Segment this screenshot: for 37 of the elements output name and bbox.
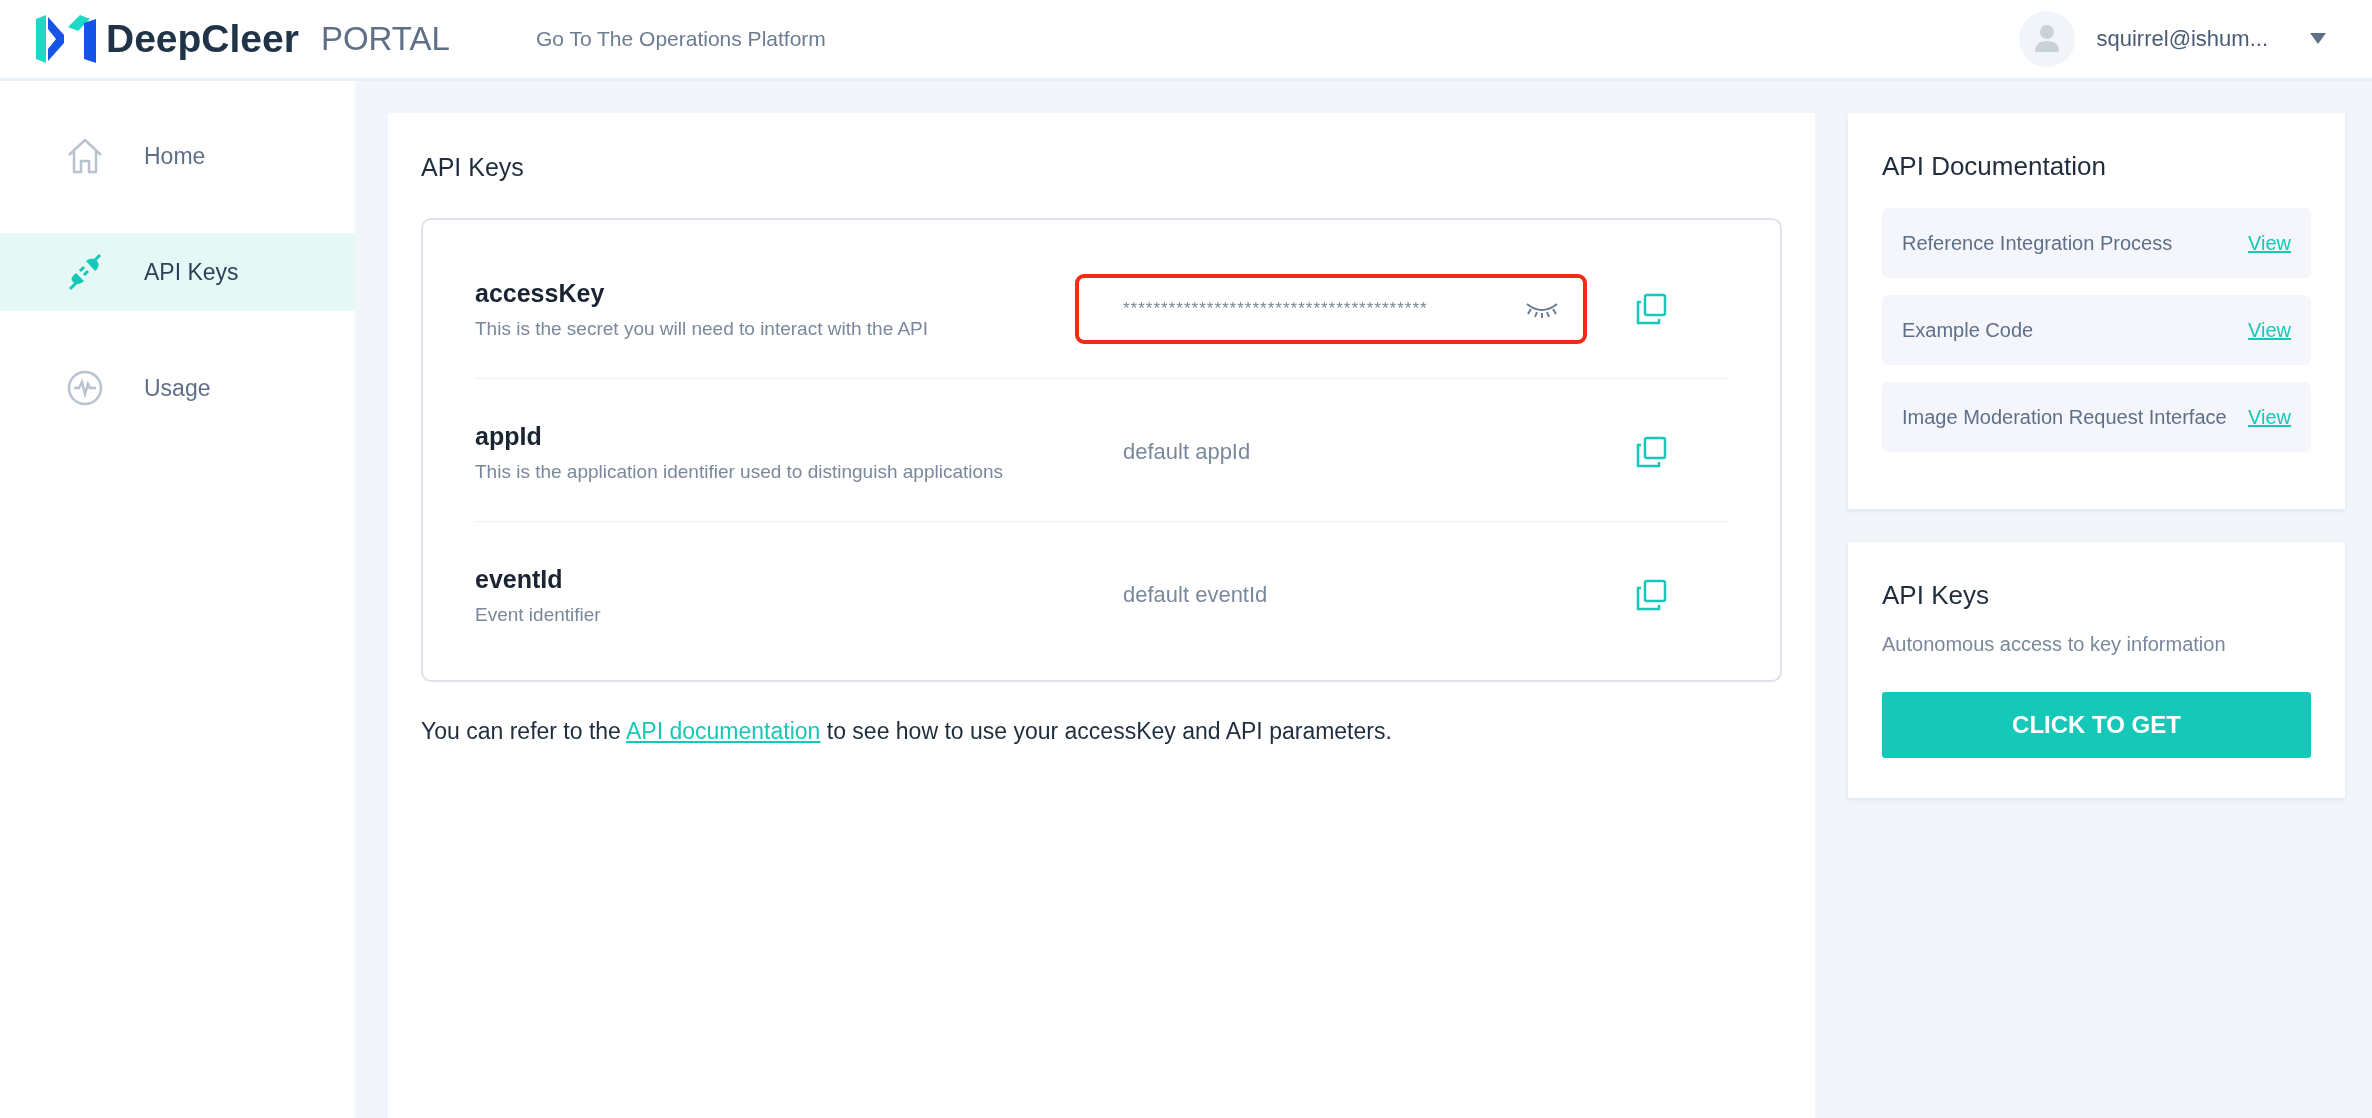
key-name: eventId <box>475 564 564 594</box>
product-name: PORTAL <box>320 20 450 58</box>
doc-label: Reference Integration Process <box>1902 231 2173 255</box>
operations-platform-link[interactable]: Go To The Operations Platform <box>535 27 826 51</box>
logo-icon <box>34 13 98 65</box>
plug-icon <box>66 253 104 291</box>
key-value: default appId <box>1123 439 1251 465</box>
help-text: You can refer to the API documentation to see how to use your accessKey and API parameters. <box>421 718 1393 745</box>
copy-icon <box>1635 436 1667 468</box>
eye-closed-icon[interactable] <box>1525 300 1559 318</box>
copy-icon <box>1635 293 1667 325</box>
dropdown-caret-icon[interactable] <box>2310 33 2326 45</box>
home-icon <box>66 137 104 175</box>
key-description: This is the secret you will need to interact with the API <box>475 317 930 340</box>
sidebar-item[interactable]: Usage <box>0 349 355 427</box>
panel-title: API Keys <box>1882 580 1990 611</box>
key-name: appId <box>475 421 543 451</box>
copy-icon <box>1635 579 1667 611</box>
pulse-icon <box>66 369 104 407</box>
doc-label: Image Moderation Request Interface <box>1902 405 2227 429</box>
key-name: accessKey <box>475 278 606 308</box>
copy-button[interactable] <box>1635 293 1667 325</box>
masked-key-value: **************************************** <box>1123 299 1428 319</box>
key-description: This is the application identifier used to distinguish applications <box>475 460 1005 483</box>
user-name[interactable]: squirrel@ishum... <box>2096 26 2268 52</box>
card-title: API Keys <box>421 153 525 182</box>
user-icon <box>2033 24 2060 54</box>
brand-name: DeepCleer <box>106 17 299 61</box>
panel-title: API Documentation <box>1882 151 2107 182</box>
key-description: Event identifier <box>475 603 602 626</box>
sidebar-item[interactable]: Home <box>0 117 355 195</box>
copy-button[interactable] <box>1635 579 1667 611</box>
panel-subtitle: Autonomous access to key information <box>1882 633 2227 656</box>
copy-button[interactable] <box>1635 436 1667 468</box>
key-value: default eventId <box>1123 582 1268 608</box>
doc-label: Example Code <box>1902 318 2034 342</box>
sidebar-item[interactable]: API Keys <box>0 233 355 311</box>
